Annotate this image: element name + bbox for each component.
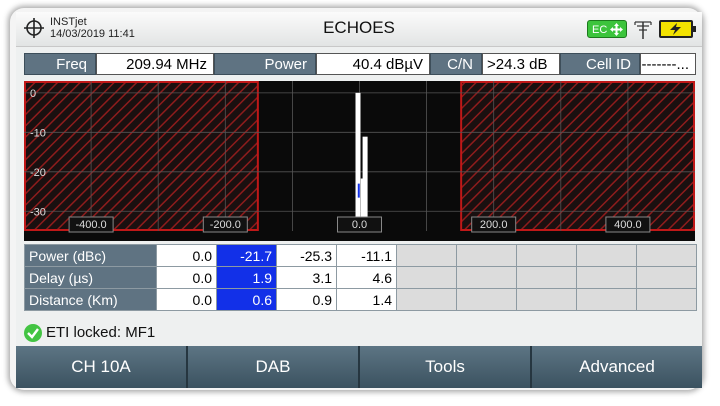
table-row: Delay (µs) 0.0 1.9 3.1 4.6 <box>24 266 697 289</box>
move-cross-icon <box>610 23 623 36</box>
battery-charging-icon <box>659 20 696 38</box>
y-tick-label: -30 <box>30 206 46 218</box>
table-cell[interactable]: 4.6 <box>336 266 397 289</box>
empty-cell[interactable] <box>396 266 457 289</box>
table-cell[interactable]: 0.6 <box>216 288 277 311</box>
y-tick-label: 0 <box>30 88 36 100</box>
echoes-plot: 0 -10 -20 -30 -400.0 -200.0 0.0 200.0 400.0 <box>24 81 695 233</box>
ec-badge: EC <box>587 20 627 38</box>
x-tick-label: 200.0 <box>480 219 508 231</box>
excluded-zone-1 <box>460 81 695 231</box>
table-cell[interactable]: 0.0 <box>156 266 217 289</box>
antenna-icon <box>634 21 652 39</box>
tools-button[interactable]: Tools <box>360 346 532 388</box>
table-cell[interactable]: -21.7 <box>216 244 277 267</box>
ec-badge-label: EC <box>592 24 608 36</box>
empty-cell[interactable] <box>516 288 577 311</box>
table-cell[interactable]: -11.1 <box>336 244 397 267</box>
excluded-zone-0 <box>24 81 259 231</box>
empty-cell[interactable] <box>576 288 637 311</box>
x-tick-label: -200.0 <box>210 219 241 231</box>
table-cell[interactable]: 3.1 <box>276 266 337 289</box>
empty-cell[interactable] <box>516 266 577 289</box>
dab-button[interactable]: DAB <box>188 346 360 388</box>
check-icon <box>24 324 42 343</box>
table-row: Power (dBc) 0.0 -21.7 -25.3 -11.1 <box>24 244 697 267</box>
empty-cell[interactable] <box>576 266 637 289</box>
row-label: Distance (Km) <box>24 288 157 311</box>
empty-cell[interactable] <box>636 244 697 267</box>
row-label: Power (dBc) <box>24 244 157 267</box>
status-text: ETI locked: MF1 <box>46 324 156 341</box>
table-cell[interactable]: 0.0 <box>156 244 217 267</box>
power-value: 40.4 dBµV <box>316 53 430 75</box>
echoes-table: Power (dBc) 0.0 -21.7 -25.3 -11.1 Delay (µs) 0… <box>24 244 697 311</box>
y-tick-label: -20 <box>30 167 46 179</box>
empty-cell[interactable] <box>636 288 697 311</box>
echo-bar <box>355 92 361 231</box>
echo-marker <box>357 183 360 198</box>
empty-cell[interactable] <box>636 266 697 289</box>
row-label: Delay (µs) <box>24 266 157 289</box>
x-tick-label: -400.0 <box>75 219 106 231</box>
status-line: ETI locked: MF1 <box>24 322 155 344</box>
cn-value: >24.3 dB <box>482 53 560 75</box>
table-cell[interactable]: 1.4 <box>336 288 397 311</box>
softkey-bar: CH 10A DAB Tools Advanced <box>16 346 702 388</box>
empty-cell[interactable] <box>456 244 517 267</box>
freq-value: 209.94 MHz <box>96 53 214 75</box>
freq-label: Freq <box>24 53 96 75</box>
power-label: Power <box>214 53 316 75</box>
header-bar: INSTjet 14/03/2019 11:41 ECHOES EC <box>16 12 702 47</box>
cellid-label: Cell ID <box>560 53 640 75</box>
empty-cell[interactable] <box>456 266 517 289</box>
empty-cell[interactable] <box>396 244 457 267</box>
table-cell[interactable]: 0.0 <box>156 288 217 311</box>
empty-cell[interactable] <box>576 244 637 267</box>
empty-cell[interactable] <box>456 288 517 311</box>
cellid-value: -------... <box>640 53 696 75</box>
empty-cell[interactable] <box>516 244 577 267</box>
advanced-button[interactable]: Advanced <box>532 346 702 388</box>
table-cell[interactable]: 0.9 <box>276 288 337 311</box>
x-tick-label: 400.0 <box>614 219 642 231</box>
table-cell[interactable]: 1.9 <box>216 266 277 289</box>
cn-label: C/N <box>430 53 482 75</box>
table-cell[interactable]: -25.3 <box>276 244 337 267</box>
empty-cell[interactable] <box>396 288 457 311</box>
y-tick-label: -10 <box>30 127 46 139</box>
device-screen: INSTjet 14/03/2019 11:41 ECHOES EC Freq … <box>16 12 702 388</box>
table-row: Distance (Km) 0.0 0.6 0.9 1.4 <box>24 288 697 311</box>
x-tick-label: 0.0 <box>352 219 367 231</box>
ch-10a-button[interactable]: CH 10A <box>16 346 188 388</box>
echoes-chart[interactable]: 0 -10 -20 -30 -400.0 -200.0 0.0 200.0 400.0 <box>24 81 695 241</box>
